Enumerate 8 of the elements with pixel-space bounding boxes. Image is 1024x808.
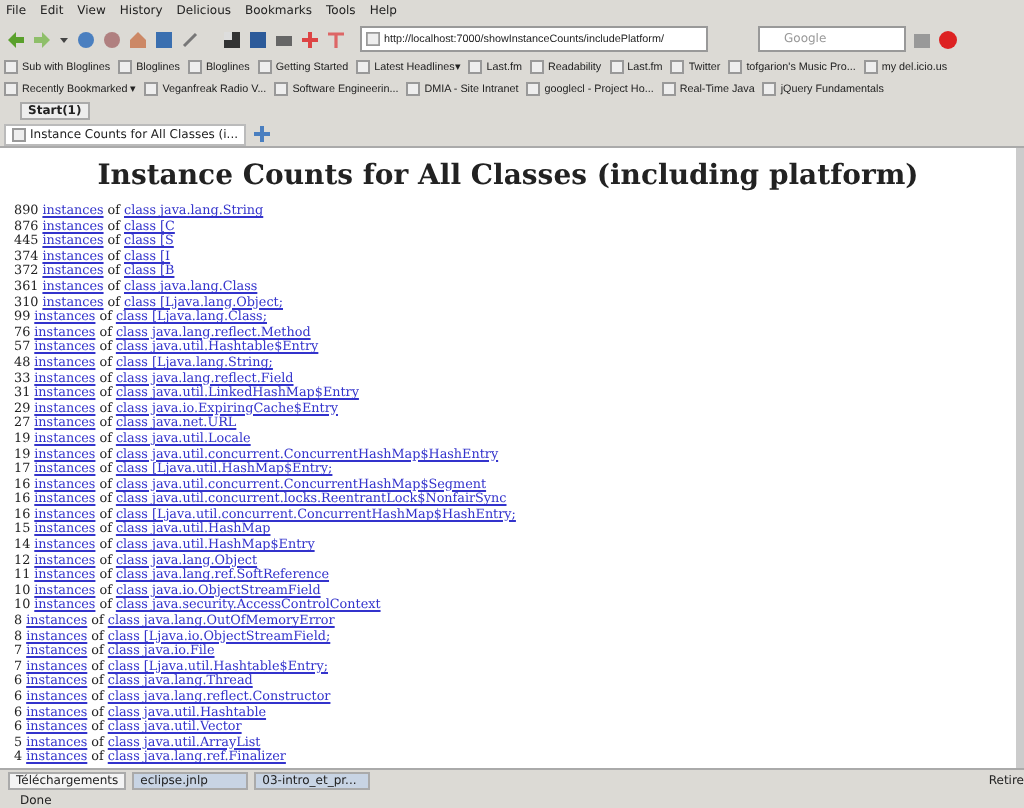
text-icon[interactable]: [326, 29, 346, 49]
page-icon: [366, 32, 380, 46]
page-heading: Instance Counts for All Classes (including platform): [95, 160, 921, 192]
back-icon[interactable]: [6, 29, 26, 49]
home-icon[interactable]: [128, 29, 148, 49]
new-tab-icon[interactable]: [252, 124, 273, 144]
plus-icon[interactable]: [300, 29, 320, 49]
stop-sign-icon[interactable]: [938, 29, 958, 49]
